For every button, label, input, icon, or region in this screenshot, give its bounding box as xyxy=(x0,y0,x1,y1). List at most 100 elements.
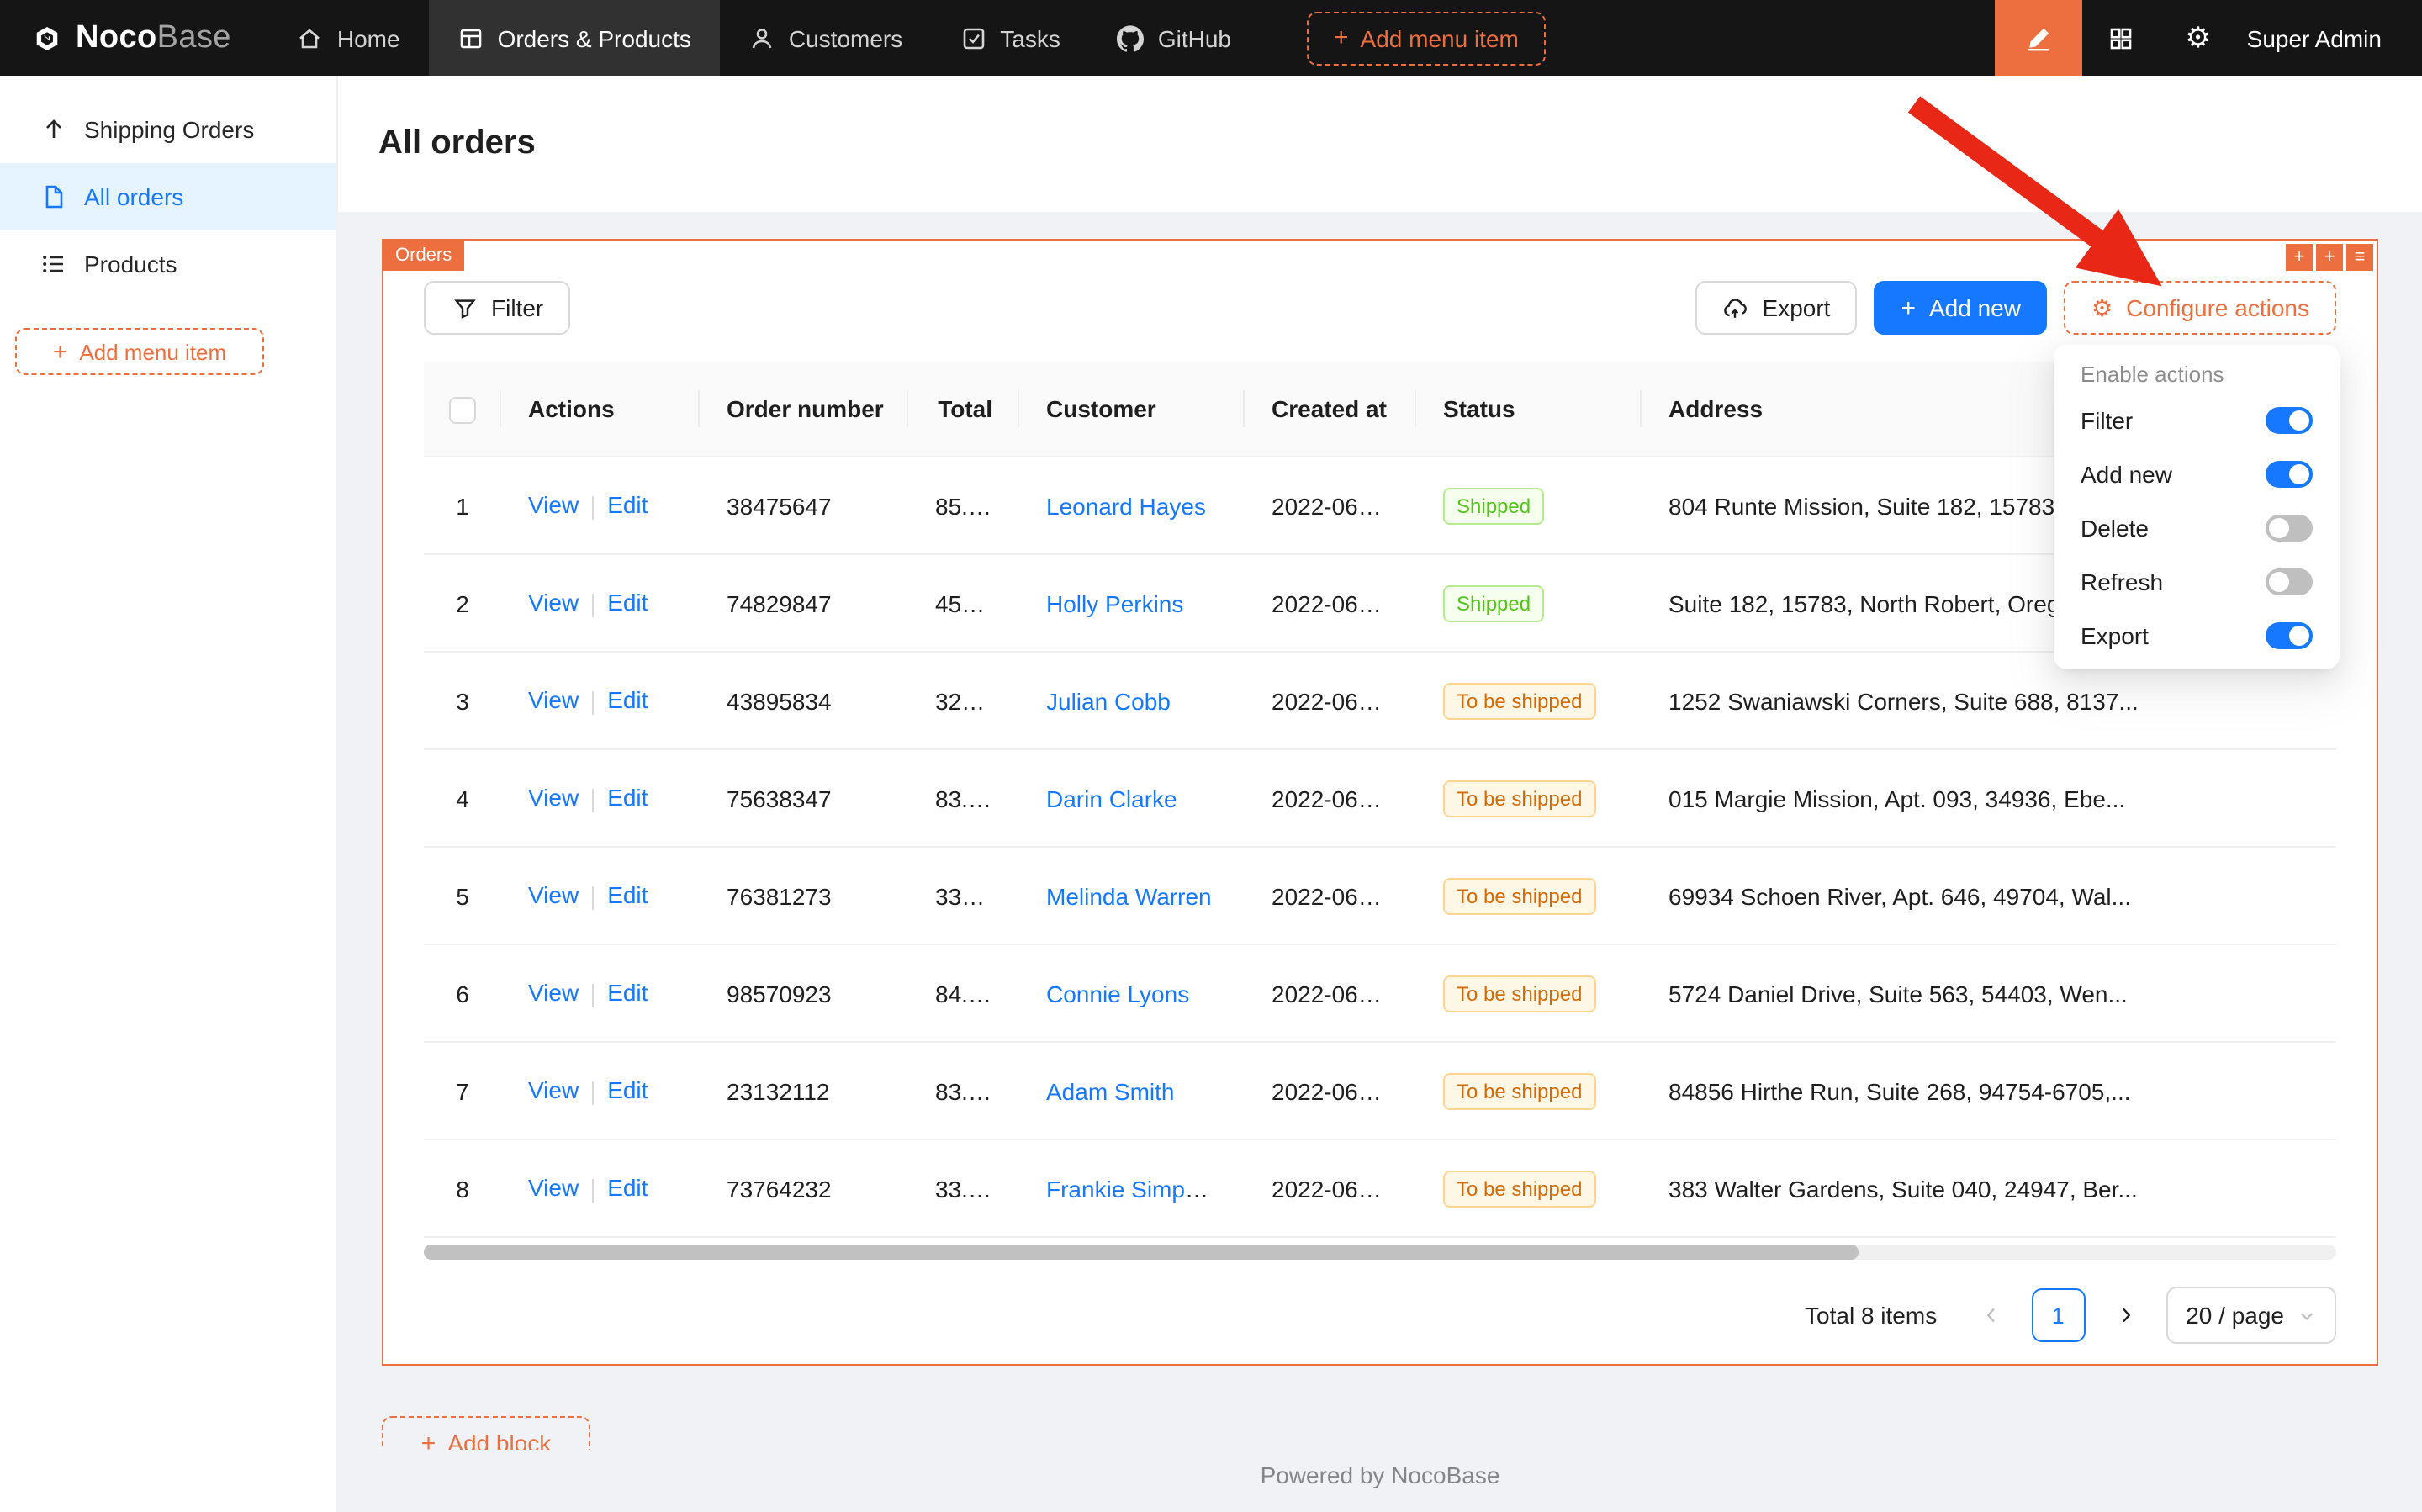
column-header-actions[interactable]: Actions xyxy=(501,362,700,457)
block-add-action-icon[interactable]: + xyxy=(2316,244,2343,271)
column-header-created-at[interactable]: Created at xyxy=(1245,362,1416,457)
customer-link[interactable]: Julian Cobb xyxy=(1046,687,1171,714)
add-new-toggle[interactable] xyxy=(2266,461,2313,488)
add-new-button[interactable]: + Add new xyxy=(1874,281,2048,335)
status-cell: To be shipped xyxy=(1416,1139,1642,1237)
dropdown-item-label: Add new xyxy=(2081,461,2172,488)
enable-action-refresh[interactable]: Refresh xyxy=(2060,555,2333,609)
nav-item-label: Tasks xyxy=(1000,24,1060,51)
sidebar-item-shipping-orders[interactable]: Shipping Orders xyxy=(0,96,336,163)
edit-link[interactable]: Edit xyxy=(607,589,648,616)
enable-action-filter[interactable]: Filter xyxy=(2060,394,2333,447)
page-size-select[interactable]: 20 / page xyxy=(2166,1287,2336,1344)
gear-icon: ⚙ xyxy=(2091,296,2113,320)
order-number-cell: 74829847 xyxy=(700,554,908,652)
customer-cell: Connie Lyons xyxy=(1019,944,1245,1042)
created-at-cell: 2022-06-29 xyxy=(1245,1042,1416,1139)
total-cell: 453.00 xyxy=(908,554,1019,652)
view-link[interactable]: View xyxy=(528,980,579,1007)
chevron-left-icon xyxy=(1977,1302,2004,1329)
edit-link[interactable]: Edit xyxy=(607,980,648,1007)
nav-item-customers[interactable]: Customers xyxy=(720,0,931,76)
status-tag: To be shipped xyxy=(1443,975,1595,1012)
status-tag: To be shipped xyxy=(1443,877,1595,914)
view-link[interactable]: View xyxy=(528,882,579,909)
customer-link[interactable]: Adam Smith xyxy=(1046,1077,1175,1104)
nav-item-orders-products[interactable]: Orders & Products xyxy=(429,0,720,76)
edit-link[interactable]: Edit xyxy=(607,687,648,714)
ui-editor-toggle-button[interactable] xyxy=(1995,0,2082,76)
edit-link[interactable]: Edit xyxy=(607,785,648,812)
column-header-order-number[interactable]: Order number xyxy=(700,362,908,457)
column-header-total[interactable]: Total xyxy=(908,362,1019,457)
enable-action-delete[interactable]: Delete xyxy=(2060,501,2333,555)
edit-link[interactable]: Edit xyxy=(607,1175,648,1202)
total-cell: 83.00 xyxy=(908,749,1019,847)
view-link[interactable]: View xyxy=(528,1077,579,1104)
total-cell: 83.00 xyxy=(908,1042,1019,1139)
export-toggle[interactable] xyxy=(2266,622,2313,649)
next-page-button[interactable] xyxy=(2098,1288,2152,1342)
sidebar-item-all-orders[interactable]: All orders xyxy=(0,163,336,230)
status-cell: To be shipped xyxy=(1416,944,1642,1042)
nav-item-tasks[interactable]: Tasks xyxy=(931,0,1089,76)
enable-action-add-new[interactable]: Add new xyxy=(2060,447,2333,501)
view-link[interactable]: View xyxy=(528,492,579,519)
status-cell: To be shipped xyxy=(1416,847,1642,944)
sidebar-add-menu-item-button[interactable]: + Add menu item xyxy=(15,328,264,375)
view-link[interactable]: View xyxy=(528,589,579,616)
user-name[interactable]: Super Admin xyxy=(2247,24,2382,51)
nocobase-logo[interactable]: NocoBase xyxy=(0,19,268,56)
filter-funnel-icon xyxy=(451,294,478,321)
navbar-right: ⚙ Super Admin xyxy=(1995,0,2422,76)
view-link[interactable]: View xyxy=(528,1175,579,1202)
edit-link[interactable]: Edit xyxy=(607,882,648,909)
switch-knob xyxy=(2289,410,2309,431)
add-block-button[interactable]: + Add block xyxy=(382,1416,590,1450)
status-cell: Shipped xyxy=(1416,457,1642,554)
customer-link[interactable]: Frankie Simpson xyxy=(1046,1175,1223,1202)
created-at-cell: 2022-06-29 xyxy=(1245,847,1416,944)
navbar-add-menu-item-button[interactable]: + Add menu item xyxy=(1307,11,1546,65)
configure-actions-button[interactable]: ⚙ Configure actions xyxy=(2065,281,2336,335)
customer-link[interactable]: Holly Perkins xyxy=(1046,589,1183,616)
block-add-column-icon[interactable]: + xyxy=(2286,244,2313,271)
dropdown-items: Filter Add new Delete RefreshExport xyxy=(2060,394,2333,663)
customer-cell: Frankie Simpson xyxy=(1019,1139,1245,1237)
view-link[interactable]: View xyxy=(528,785,579,812)
sidebar-item-products[interactable]: Products xyxy=(0,230,336,298)
customer-link[interactable]: Darin Clarke xyxy=(1046,785,1177,812)
column-header-status[interactable]: Status xyxy=(1416,362,1642,457)
nav-item-github[interactable]: GitHub xyxy=(1089,0,1260,76)
filter-toggle[interactable] xyxy=(2266,407,2313,434)
nav-item-home[interactable]: Home xyxy=(268,0,429,76)
status-tag: To be shipped xyxy=(1443,1072,1595,1109)
view-link[interactable]: View xyxy=(528,687,579,714)
refresh-toggle[interactable] xyxy=(2266,568,2313,595)
customer-link[interactable]: Leonard Hayes xyxy=(1046,492,1206,519)
order-number-cell: 43895834 xyxy=(700,652,908,749)
enable-action-export[interactable]: Export xyxy=(2060,609,2333,663)
plugins-grid-icon[interactable] xyxy=(2082,0,2160,76)
page-1-button[interactable]: 1 xyxy=(2031,1288,2085,1342)
settings-gear-icon[interactable]: ⚙ xyxy=(2160,0,2237,76)
export-button[interactable]: Export xyxy=(1695,281,1858,335)
dropdown-item-label: Delete xyxy=(2081,515,2149,542)
github-icon xyxy=(1118,24,1145,51)
sidebar-item-label: Shipping Orders xyxy=(84,116,254,143)
select-all-checkbox[interactable] xyxy=(449,396,476,423)
status-tag: To be shipped xyxy=(1443,1170,1595,1207)
created-at-cell: 2022-06-29 xyxy=(1245,457,1416,554)
delete-toggle[interactable] xyxy=(2266,515,2313,542)
filter-button[interactable]: Filter xyxy=(424,281,570,335)
column-header-customer[interactable]: Customer xyxy=(1019,362,1245,457)
customer-link[interactable]: Connie Lyons xyxy=(1046,980,1189,1007)
horizontal-scrollbar[interactable] xyxy=(424,1245,1859,1260)
prev-page-button[interactable] xyxy=(1964,1288,2017,1342)
edit-link[interactable]: Edit xyxy=(607,492,648,519)
customer-link[interactable]: Melinda Warren xyxy=(1046,882,1212,909)
created-at-cell: 2022-06-29 xyxy=(1245,749,1416,847)
edit-link[interactable]: Edit xyxy=(607,1077,648,1104)
actions-cell: View Edit xyxy=(501,457,700,554)
block-menu-icon[interactable]: ≡ xyxy=(2346,244,2373,271)
